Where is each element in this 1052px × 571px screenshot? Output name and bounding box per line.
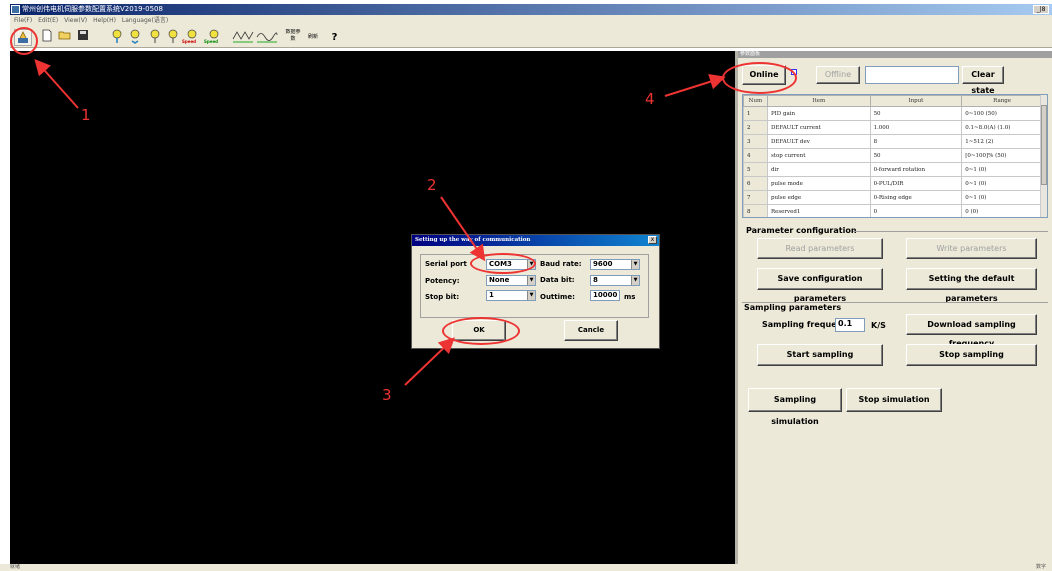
annotation-arrows — [34, 59, 726, 386]
callout-2: 2 — [427, 176, 437, 194]
callout-4: 4 — [645, 90, 655, 108]
status-bar: 就绪 数字 — [0, 564, 1052, 571]
callout-3: 3 — [382, 386, 392, 404]
arrow-1 — [34, 59, 79, 109]
arrow-2 — [440, 196, 486, 262]
arrow-3 — [404, 337, 455, 386]
status-text: 就绪 — [10, 564, 21, 570]
status-indicator: 数字 — [1035, 564, 1046, 570]
callout-1: 1 — [81, 106, 91, 124]
arrow-4 — [664, 73, 726, 97]
